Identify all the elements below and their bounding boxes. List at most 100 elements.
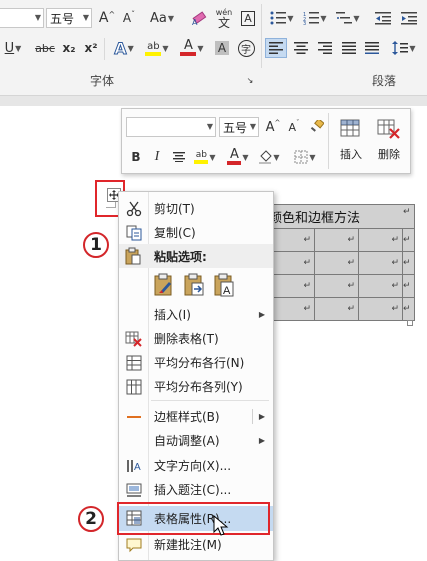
ribbon-font-name-combo[interactable]: ▼ [0,8,44,28]
font-color-button[interactable]: A ▼ [177,38,207,58]
mini-shrink-font-button[interactable]: Aˇ [285,117,303,137]
bullets-button[interactable]: ▼ [267,8,297,28]
increase-indent-button[interactable] [398,8,420,28]
paste-merge-formatting-icon [184,273,204,296]
line-spacing-icon [392,41,409,55]
chevron-down-icon: ▼ [209,152,216,162]
menu-item-autofit[interactable]: 自动调整(A) ▶ [119,429,273,452]
numbering-button[interactable]: 1 2 3 ▼ [300,8,330,28]
mini-borders-button[interactable]: ▼ [292,147,318,167]
ribbon-font-size-combo[interactable]: 五号 ▼ [46,8,92,28]
menu-item-insert-caption[interactable]: 插入题注(C)... [119,478,273,501]
mini-font-color-button[interactable]: A ▼ [225,147,251,167]
table-header-cell[interactable]: 颜色和边框方法 ↵ [264,204,415,229]
cell-end-mark: ↵ [347,281,355,291]
cell-end-mark: ↵ [347,304,355,314]
insert-table-icon [340,119,360,137]
table-cell[interactable]: ↵ [314,297,359,321]
paste-option-keep-source[interactable] [151,271,177,299]
mini-delete-button[interactable]: 删除 [370,113,408,169]
mini-center-button[interactable] [170,147,188,167]
mini-format-painter-button[interactable] [308,117,326,137]
mini-toolbar: ▼ 五号 ▼ A ^ Aˇ B I ab ▼ A ▼ ▼ ▼ 插入 删除 [121,108,411,174]
paste-option-merge[interactable] [181,271,207,299]
menu-item-copy[interactable]: 复制(C) [119,221,273,244]
superscript-button[interactable]: x² [81,38,101,58]
group-paragraph-label: 段落 [372,74,397,88]
table-resize-handle[interactable] [407,320,413,326]
clear-format-button[interactable]: A [189,8,209,28]
callout-1-text: 1 [90,235,102,255]
table-cell[interactable]: ↵ [402,274,415,298]
phonetic-guide-button[interactable]: wén 文 [213,4,235,32]
mini-font-name-combo[interactable]: ▼ [126,117,216,137]
submenu-arrow-icon: ▶ [258,436,265,445]
align-left-button[interactable] [265,38,287,58]
line-spacing-button[interactable]: ▼ [389,38,419,58]
menu-item-new-comment[interactable]: 新建批注(M) [119,533,273,556]
multilevel-list-button[interactable]: ▼ [333,8,363,28]
strikethrough-button[interactable]: abc [32,38,58,58]
table-cell[interactable]: ↵ [358,297,403,321]
menu-item-label: 复制(C) [154,226,196,240]
split-divider [252,409,253,424]
callout-2: 2 [78,506,104,532]
table-cell[interactable]: ↵ [314,251,359,275]
document-table[interactable]: 颜色和边框方法 ↵ ↵ ↵ ↵ ↵ ↵ ↵ ↵ ↵ ↵ ↵ ↵ ↵ ↵ ↵ ↵ ↵ [264,204,415,321]
align-center-button[interactable] [290,38,312,58]
mini-shading-button[interactable]: ▼ [256,147,282,167]
mini-italic-button[interactable]: I [148,147,166,167]
mini-grow-font-button[interactable]: A ^ [264,117,282,137]
table-cell[interactable]: ↵ [314,274,359,298]
cell-end-mark: ↵ [391,258,399,268]
decrease-indent-button[interactable] [372,8,394,28]
menu-item-distribute-rows[interactable]: 平均分布各行(N) [119,351,273,374]
menu-item-cut[interactable]: 剪切(T) [119,197,273,220]
char-border-button[interactable]: A [239,8,257,28]
menu-item-delete-table[interactable]: 删除表格(T) [119,327,273,350]
enclose-label: 字 [237,39,255,57]
cell-end-mark: ↵ [347,235,355,245]
grow-font-label: A [98,10,109,26]
table-cell[interactable]: ↵ [402,297,415,321]
text-effects-button[interactable]: A ▼ [110,38,138,58]
underline-button[interactable]: U ▼ [2,38,24,58]
shrink-font-button[interactable]: Aˇ [119,8,139,28]
cell-end-mark: ↵ [303,304,311,314]
menu-item-distribute-columns[interactable]: 平均分布各列(Y) [119,375,273,398]
chevron-down-icon: ▼ [409,43,416,53]
paste-option-text-only[interactable]: A [211,271,237,299]
table-cell[interactable]: ↵ [358,274,403,298]
justify-button[interactable] [338,38,360,58]
mini-font-size-combo[interactable]: 五号 ▼ [219,117,259,137]
table-cell[interactable]: ↵ [402,251,415,275]
change-case-button[interactable]: Aa ▼ [147,8,177,28]
table-cell[interactable]: ↵ [358,228,403,252]
font-dialog-launcher[interactable]: ↘ [244,74,256,86]
highlight-button[interactable]: ab ▼ [142,38,172,58]
menu-item-text-direction[interactable]: A 文字方向(X)... [119,454,273,477]
grow-font-button[interactable]: A ^ [97,8,117,28]
mini-italic-label: I [154,149,160,164]
subscript-button[interactable]: x₂ [59,38,79,58]
menu-item-border-style[interactable]: 边框样式(B) ▶ [119,405,273,428]
distributed-button[interactable] [361,38,383,58]
mini-insert-button[interactable]: 插入 [332,113,370,169]
menu-item-insert[interactable]: 插入(I) ▶ [119,303,273,326]
menu-item-label: 平均分布各行(N) [154,356,245,370]
table-row: ↵ ↵ ↵ ↵ [264,297,415,321]
chevron-down-icon: ▼ [287,13,294,23]
table-cell[interactable]: ↵ [314,228,359,252]
enclose-char-button[interactable]: 字 [236,38,256,58]
chevron-down-icon: ▼ [320,13,327,23]
table-cell[interactable]: ↵ [402,228,415,252]
align-right-button[interactable] [314,38,336,58]
mouse-cursor-icon [213,515,229,536]
mini-bold-button[interactable]: B [127,147,145,167]
char-shading-button[interactable]: A [212,38,232,58]
chevron-down-icon: ▼ [15,43,22,53]
copy-icon [125,224,143,242]
mini-highlight-button[interactable]: ab ▼ [192,147,218,167]
table-cell[interactable]: ↵ [358,251,403,275]
menu-item-label: 平均分布各列(Y) [154,380,243,394]
